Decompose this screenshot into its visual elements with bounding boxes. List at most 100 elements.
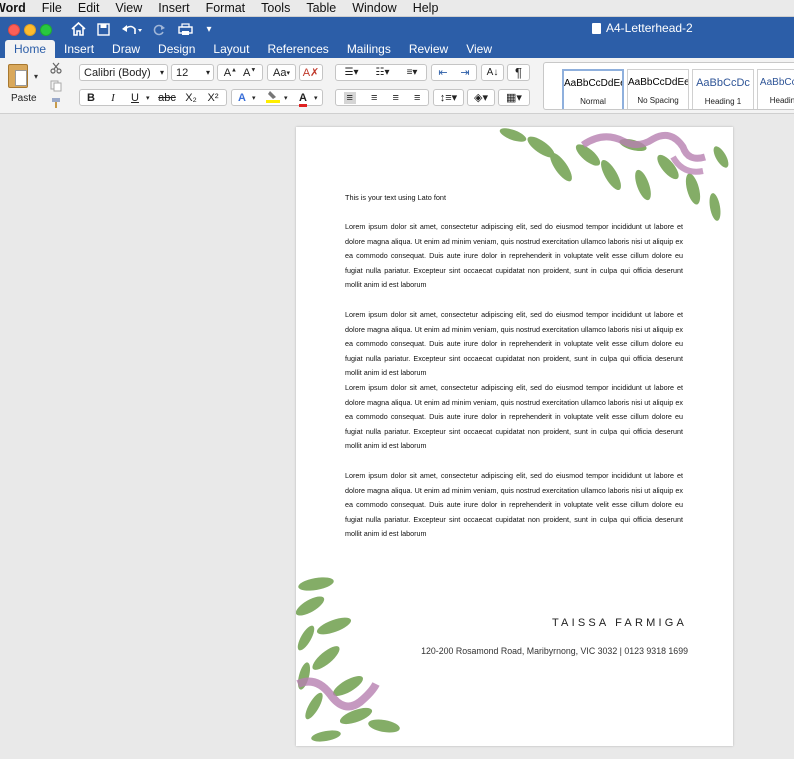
change-case-button[interactable]: Aa ▾ (267, 64, 296, 81)
font-size-value: 12 (176, 66, 189, 79)
align-left-icon[interactable]: ≡ (343, 91, 356, 104)
style-preview: AaBbCcDdEe (628, 77, 688, 88)
superscript-button[interactable]: X² (202, 92, 224, 104)
change-case-icon: Aa (273, 66, 287, 79)
text-effects-icon[interactable]: A (232, 92, 252, 104)
style-heading-2[interactable]: AaBbCcDdE Heading 2 (757, 69, 794, 109)
strikethrough-button[interactable]: abc (154, 92, 180, 104)
body-paragraph: Lorem ipsum dolor sit amet, consectetur … (345, 222, 683, 290)
body-paragraph: Lorem ipsum dolor sit amet, consectetur … (345, 471, 683, 539)
tab-design[interactable]: Design (149, 40, 204, 58)
menu-tools[interactable]: Tools (253, 1, 298, 15)
paste-label: Paste (11, 93, 37, 104)
signature-name: TAISSA FARMIGA (551, 617, 687, 629)
increase-font-size-icon[interactable]: A▲ (224, 67, 237, 79)
copy-icon[interactable] (49, 79, 63, 93)
style-heading-1[interactable]: AaBbCcDc Heading 1 (692, 69, 754, 109)
italic-button[interactable]: I (102, 92, 124, 104)
paste-icon[interactable] (8, 64, 28, 88)
line-spacing-button[interactable]: ↕≡▾ (433, 89, 464, 106)
sort-button[interactable]: A↓ (481, 64, 504, 81)
justify-icon[interactable]: ≡ (414, 92, 420, 104)
chevron-down-icon[interactable]: ▾ (146, 94, 154, 102)
style-preview: AaBbCcDdE (759, 77, 794, 88)
menu-view[interactable]: View (107, 1, 150, 15)
chevron-down-icon: ▾ (286, 69, 290, 77)
font-color-icon[interactable]: A (292, 91, 314, 107)
home-icon[interactable] (70, 20, 86, 38)
multilevel-list-icon[interactable]: ≡▾ (407, 67, 418, 78)
signature-address: 120-200 Rosamond Road, Maribyrnong, VIC … (421, 646, 688, 656)
bullets-icon[interactable]: ☰▾ (345, 67, 359, 78)
shading-button[interactable]: ◈▾ (467, 89, 495, 106)
paste-options-chevron-icon[interactable]: ▾ (34, 72, 38, 81)
cut-icon[interactable] (49, 61, 63, 75)
underline-button[interactable]: U (124, 92, 146, 104)
menu-file[interactable]: File (34, 1, 70, 15)
increase-indent-icon[interactable]: ⇥ (460, 66, 469, 79)
ribbon-home: ▾ Paste Calibri (Body) ▾ 12 ▾ A▲ A▼ Aa ▾ … (0, 58, 794, 114)
body-paragraph: Lorem ipsum dolor sit amet, consectetur … (345, 310, 683, 378)
align-center-icon[interactable]: ≡ (371, 92, 377, 104)
grow-shrink-font-group: A▲ A▼ (217, 64, 263, 81)
menu-table[interactable]: Table (298, 1, 344, 15)
subscript-button[interactable]: X₂ (180, 92, 202, 104)
menu-insert[interactable]: Insert (150, 1, 197, 15)
menu-edit[interactable]: Edit (70, 1, 108, 15)
tab-draw[interactable]: Draw (103, 40, 149, 58)
customize-toolbar-icon[interactable]: ▾ (203, 20, 215, 38)
tab-insert[interactable]: Insert (55, 40, 103, 58)
tab-view[interactable]: View (457, 40, 501, 58)
minimize-window-button[interactable] (24, 24, 36, 36)
numbering-icon[interactable]: ☷▾ (376, 67, 390, 78)
document-heading: This is your text using Lato font (345, 193, 446, 202)
list-group: ☰▾ ☷▾ ≡▾ (335, 64, 427, 81)
document-icon (592, 22, 601, 34)
menu-bar: Word File Edit View Insert Format Tools … (0, 0, 794, 17)
undo-icon[interactable] (119, 20, 145, 38)
redo-icon[interactable] (151, 20, 167, 38)
style-no-spacing[interactable]: AaBbCcDdEe No Spacing (627, 69, 689, 109)
style-name: Normal (580, 97, 606, 106)
menu-window[interactable]: Window (344, 1, 404, 15)
document-page[interactable]: This is your text using Lato font Lorem … (296, 127, 733, 746)
tab-layout[interactable]: Layout (204, 40, 258, 58)
indent-group: ⇤ ⇥ (431, 64, 477, 81)
style-preview: AaBbCcDc (696, 77, 750, 89)
chevron-down-icon[interactable]: ▾ (284, 94, 292, 102)
tab-review[interactable]: Review (400, 40, 457, 58)
print-icon[interactable] (176, 20, 194, 38)
chevron-down-icon: ▾ (159, 68, 164, 77)
tab-home[interactable]: Home (5, 40, 56, 58)
title-bar: ▾ A4-Letterhead-2 Home Insert Draw Desig… (0, 17, 794, 58)
borders-button[interactable]: ▦▾ (498, 89, 530, 106)
close-window-button[interactable] (8, 24, 20, 36)
chevron-down-icon[interactable]: ▾ (314, 94, 322, 102)
show-formatting-button[interactable]: ¶ (507, 64, 530, 81)
decrease-font-size-icon[interactable]: A▼ (243, 67, 256, 79)
zoom-window-button[interactable] (40, 24, 52, 36)
align-right-icon[interactable]: ≡ (393, 92, 399, 104)
menu-app-word[interactable]: Word (0, 1, 34, 15)
style-normal[interactable]: AaBbCcDdEe Normal (562, 69, 624, 109)
highlight-icon[interactable] (262, 90, 284, 106)
style-name: No Spacing (637, 96, 679, 105)
decrease-indent-icon[interactable]: ⇤ (438, 66, 447, 79)
font-size-select[interactable]: 12 ▾ (171, 64, 214, 81)
styles-gallery: AaBbCcDdEe Normal AaBbCcDdEe No Spacing … (543, 62, 794, 110)
chevron-down-icon[interactable]: ▾ (252, 94, 262, 102)
tab-mailings[interactable]: Mailings (338, 40, 400, 58)
document-title-text: A4-Letterhead-2 (606, 21, 693, 35)
save-icon[interactable] (95, 20, 111, 38)
format-painter-icon[interactable] (49, 96, 63, 110)
tab-references[interactable]: References (258, 40, 337, 58)
font-name-select[interactable]: Calibri (Body) ▾ (79, 64, 168, 81)
bold-button[interactable]: B (80, 92, 102, 104)
clear-formatting-button[interactable]: A✗ (299, 64, 323, 81)
body-paragraph: Lorem ipsum dolor sit amet, consectetur … (345, 383, 683, 451)
line-spacing-icon: ↕≡▾ (439, 92, 458, 104)
style-name: Heading 2 (769, 96, 794, 105)
menu-help[interactable]: Help (405, 1, 447, 15)
menu-format[interactable]: Format (198, 1, 254, 15)
style-name: Heading 1 (704, 97, 742, 106)
